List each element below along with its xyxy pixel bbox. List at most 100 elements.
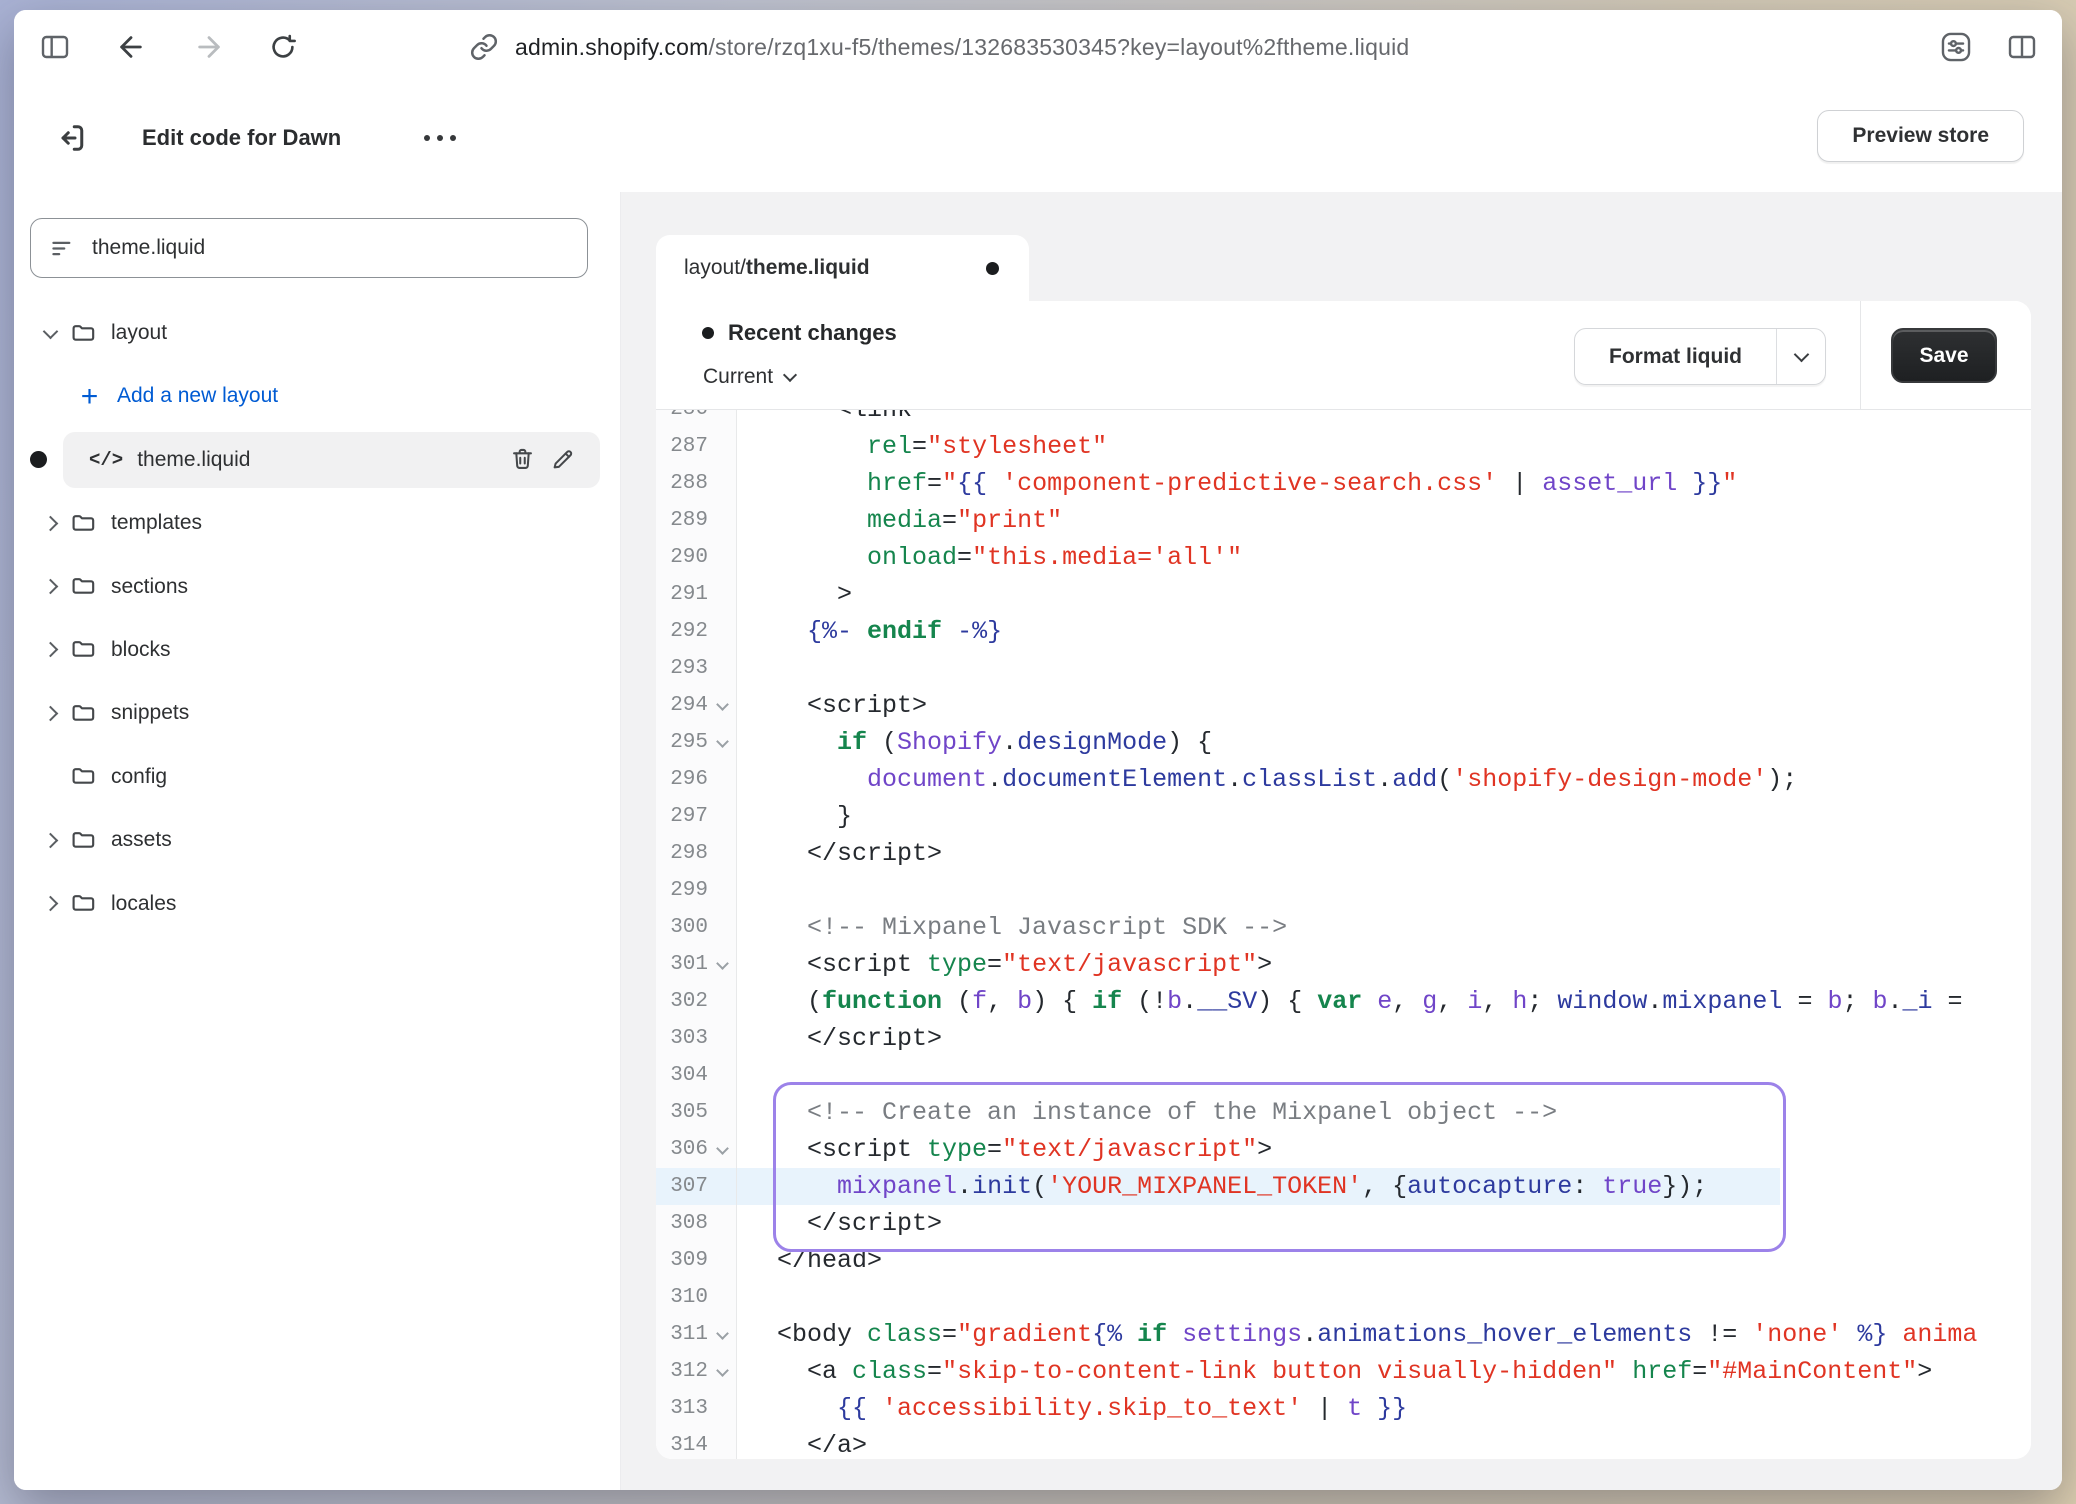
code-line-311[interactable]: 311 <body class="gradient{% if settings.… [656,1316,2031,1353]
tree-item-config[interactable]: config [14,750,620,804]
fold-chevron-icon[interactable] [716,1142,729,1155]
fold-chevron-icon[interactable] [716,698,729,711]
code-text[interactable]: rel="stylesheet" [737,428,1107,465]
chevron-right-icon[interactable] [42,832,58,848]
code-line-314[interactable]: 314 </a> [656,1427,2031,1459]
code-text[interactable]: href="{{ 'component-predictive-search.cs… [737,465,1737,502]
preview-store-button[interactable]: Preview store [1817,110,2024,162]
code-line-291[interactable]: 291 > [656,576,2031,613]
code-line-306[interactable]: 306 <script type="text/javascript"> [656,1131,2031,1168]
code-line-296[interactable]: 296 document.documentElement.classList.a… [656,761,2031,798]
code-text[interactable]: <script type="text/javascript"> [737,1131,1272,1168]
code-text[interactable]: > [737,576,852,613]
tree-item-locales[interactable]: locales [14,877,620,931]
chevron-right-icon[interactable] [42,579,58,595]
delete-file-button[interactable] [502,440,542,480]
tree-item-theme-liquid[interactable]: </>theme.liquid [14,433,620,487]
code-text[interactable]: {{ 'accessibility.skip_to_text' | t }} [737,1390,1407,1427]
tree-item-assets[interactable]: assets [14,813,620,867]
tree-item-blocks[interactable]: blocks [14,623,620,677]
code-text[interactable]: if (Shopify.designMode) { [737,724,1212,761]
tree-item-layout[interactable]: layout [14,306,620,360]
code-text[interactable]: <!-- Create an instance of the Mixpanel … [737,1094,1557,1131]
chevron-right-icon[interactable] [42,642,58,658]
fold-chevron-icon[interactable] [716,735,729,748]
fold-chevron-icon[interactable] [716,957,729,970]
tree-item-add-a-new-layout[interactable]: +Add a new layout [14,369,620,423]
chevron-right-icon[interactable] [42,515,58,531]
chevron-right-icon[interactable] [42,706,58,722]
overflow-menu-button[interactable] [414,125,466,151]
code-line-295[interactable]: 295 if (Shopify.designMode) { [656,724,2031,761]
tree-item-snippets[interactable]: snippets [14,686,620,740]
file-search[interactable] [30,218,588,278]
forward-icon[interactable] [192,31,226,63]
toggle-sidebar-icon[interactable] [38,31,72,63]
code-line-289[interactable]: 289 media="print" [656,502,2031,539]
split-view-icon[interactable] [2004,31,2040,63]
code-text[interactable] [737,1279,747,1316]
code-text[interactable]: {%- endif -%} [737,613,1002,650]
code-line-304[interactable]: 304 [656,1057,2031,1094]
code-text[interactable]: </script> [737,1205,942,1242]
tab-theme-liquid[interactable]: layout/theme.liquid [656,235,1029,301]
fold-chevron-icon[interactable] [716,1327,729,1340]
code-text[interactable]: <script> [737,687,927,724]
code-line-312[interactable]: 312 <a class="skip-to-content-link butto… [656,1353,2031,1390]
back-icon[interactable] [114,31,148,63]
code-line-305[interactable]: 305 <!-- Create an instance of the Mixpa… [656,1094,2031,1131]
tree-item-templates[interactable]: templates [14,496,620,550]
code-text[interactable]: mixpanel.init('YOUR_MIXPANEL_TOKEN', {au… [737,1168,1847,1205]
code-text[interactable] [737,1057,747,1094]
code-line-309[interactable]: 309 </head> [656,1242,2031,1279]
code-line-310[interactable]: 310 [656,1279,2031,1316]
code-text[interactable]: media="print" [737,502,1062,539]
code-text[interactable]: <body class="gradient{% if settings.anim… [737,1316,1977,1353]
fold-chevron-icon[interactable] [716,1364,729,1377]
code-text[interactable]: document.documentElement.classList.add('… [737,761,1797,798]
tune-icon[interactable] [1938,30,1974,64]
code-line-298[interactable]: 298 </script> [656,835,2031,872]
format-options-toggle[interactable] [1776,329,1825,384]
rename-file-button[interactable] [542,440,582,480]
search-input[interactable] [90,235,569,261]
code-line-288[interactable]: 288 href="{{ 'component-predictive-searc… [656,465,2031,502]
code-line-286[interactable]: 286 <link [656,410,2031,428]
code-text[interactable]: (function (f, b) { if (!b.__SV) { var e,… [737,983,1978,1020]
reload-icon[interactable] [266,32,300,62]
chevron-down-icon[interactable] [42,323,58,339]
code-text[interactable] [737,650,747,687]
code-line-301[interactable]: 301 <script type="text/javascript"> [656,946,2031,983]
code-text[interactable]: } [737,798,852,835]
code-text[interactable]: </a> [737,1427,867,1459]
code-text[interactable]: <!-- Mixpanel Javascript SDK --> [737,909,1287,946]
code-line-287[interactable]: 287 rel="stylesheet" [656,428,2031,465]
selected-file-pill[interactable]: </>theme.liquid [63,432,600,488]
code-text[interactable]: </script> [737,1020,942,1057]
code-line-308[interactable]: 308 </script> [656,1205,2031,1242]
exit-editor-icon[interactable] [52,118,92,158]
code-line-293[interactable]: 293 [656,650,2031,687]
code-text[interactable]: </head> [737,1242,882,1279]
code-line-302[interactable]: 302 (function (f, b) { if (!b.__SV) { va… [656,983,2031,1020]
code-text[interactable] [737,872,747,909]
code-line-290[interactable]: 290 onload="this.media='all'" [656,539,2031,576]
code-line-299[interactable]: 299 [656,872,2031,909]
url-bar[interactable]: admin.shopify.com/store/rzq1xu-f5/themes… [515,34,1409,61]
code-line-300[interactable]: 300 <!-- Mixpanel Javascript SDK --> [656,909,2031,946]
save-button[interactable]: Save [1891,328,1997,383]
code-text[interactable]: </script> [737,835,942,872]
code-line-294[interactable]: 294 <script> [656,687,2031,724]
code-line-292[interactable]: 292 {%- endif -%} [656,613,2031,650]
code-line-307[interactable]: 307 mixpanel.init('YOUR_MIXPANEL_TOKEN',… [656,1168,2031,1205]
code-line-313[interactable]: 313 {{ 'accessibility.skip_to_text' | t … [656,1390,2031,1427]
format-liquid-button[interactable]: Format liquid [1574,328,1826,385]
chevron-right-icon[interactable] [42,896,58,912]
code-line-303[interactable]: 303 </script> [656,1020,2031,1057]
tree-item-sections[interactable]: sections [14,560,620,614]
code-text[interactable]: onload="this.media='all'" [737,539,1242,576]
version-selector[interactable]: Current [703,365,795,389]
code-text[interactable]: <a class="skip-to-content-link button vi… [737,1353,1932,1390]
code-text[interactable]: <script type="text/javascript"> [737,946,1272,983]
code-line-297[interactable]: 297 } [656,798,2031,835]
